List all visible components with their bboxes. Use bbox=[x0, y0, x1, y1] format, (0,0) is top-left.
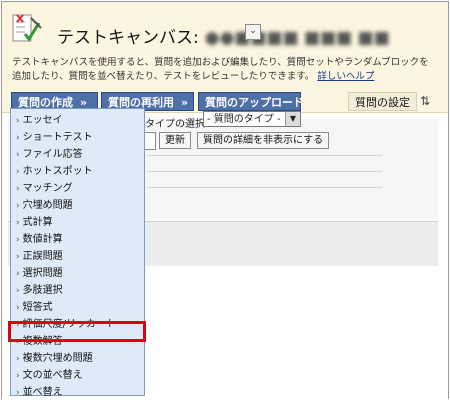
menu-item-label: 複数穴埋め問題 bbox=[22, 353, 93, 364]
chevron-right-icon: › bbox=[16, 150, 20, 160]
menu-item-label: 並べ替え bbox=[22, 387, 63, 398]
question-type-label: タイプの選択: bbox=[145, 119, 209, 130]
chevron-right-icon: › bbox=[16, 184, 20, 194]
chevron-right-icon: › bbox=[16, 167, 20, 177]
question-type-value: - 質問のタイプ - bbox=[207, 114, 281, 125]
divider bbox=[147, 155, 382, 156]
menu-item-label: エッセイ bbox=[22, 115, 63, 126]
chevron-right-icon: › bbox=[16, 371, 20, 381]
menu-item-short-answer[interactable]: › 短答式 bbox=[11, 299, 144, 316]
menu-item-multiple-choice[interactable]: › 多肢選択 bbox=[11, 282, 144, 299]
page-header: テストキャンバス: ●●■■■■ ■■■ ■■ ⌄ テストキャンバスを使用すると、… bbox=[2, 2, 448, 113]
menu-item-essay[interactable]: › エッセイ bbox=[11, 112, 144, 129]
hide-details-button[interactable]: 質問の詳細を非表示にする bbox=[197, 132, 330, 149]
menu-item-label: 穴埋め問題 bbox=[22, 200, 73, 211]
highlight-box bbox=[8, 321, 146, 342]
chevron-right-icon: › bbox=[16, 218, 20, 228]
menu-item-label: ショートテスト bbox=[22, 132, 93, 143]
chevron-right-icon: › bbox=[16, 354, 20, 364]
chevron-right-icon: › bbox=[16, 303, 20, 313]
chevron-right-icon: › bbox=[16, 116, 20, 126]
menu-item-label: 文の並べ替え bbox=[22, 370, 83, 381]
menu-item-label: 正誤問題 bbox=[22, 251, 63, 262]
dropdown-arrow-icon: ▼ bbox=[285, 112, 300, 126]
divider bbox=[147, 171, 382, 172]
more-help-link[interactable]: 詳しいヘルプ bbox=[317, 71, 374, 82]
page-title-name: ●●■■■■ ■■■ ■■ bbox=[204, 28, 390, 48]
chevron-right-icon: › bbox=[16, 388, 20, 398]
menu-item-file-response[interactable]: › ファイル応答 bbox=[11, 146, 144, 163]
menu-item-jumbled-sentence[interactable]: › 文の並べ替え bbox=[11, 367, 144, 384]
menu-item-short-test[interactable]: › ショートテスト bbox=[11, 129, 144, 146]
test-canvas-icon bbox=[12, 14, 42, 42]
menu-item-multiple-blanks[interactable]: › 複数穴埋め問題 bbox=[11, 350, 144, 367]
chevron-right-icon: › bbox=[16, 133, 20, 143]
menu-item-matching[interactable]: › マッチング bbox=[11, 180, 144, 197]
divider bbox=[147, 187, 382, 188]
menu-item-label: 多肢選択 bbox=[22, 285, 63, 296]
menu-item-hotspot[interactable]: › ホットスポット bbox=[11, 163, 144, 180]
page-title: テストキャンバス: ●●■■■■ ■■■ ■■ bbox=[57, 23, 390, 48]
menu-item-choice[interactable]: › 選択問題 bbox=[11, 265, 144, 282]
filter-input[interactable] bbox=[145, 132, 156, 150]
menu-item-true-false[interactable]: › 正誤問題 bbox=[11, 248, 144, 265]
chevron-right-icon: › bbox=[16, 252, 20, 262]
upload-question-button[interactable]: 質問のアップロード bbox=[198, 92, 304, 111]
menu-item-label: 選択問題 bbox=[22, 268, 63, 279]
menu-item-ordering[interactable]: › 並べ替え bbox=[11, 384, 144, 401]
menu-item-label: 数値計算 bbox=[22, 234, 63, 245]
question-type-menu: › エッセイ › ショートテスト › ファイル応答 › ホットスポット › マッチング ›… bbox=[10, 108, 145, 398]
menu-item-numeric[interactable]: › 数値計算 bbox=[11, 231, 144, 248]
question-type-select[interactable]: - 質問のタイプ - ▼ bbox=[203, 111, 301, 127]
title-options-icon[interactable]: ⌄ bbox=[245, 24, 261, 40]
chevron-right-icon: › bbox=[16, 269, 20, 279]
page-title-prefix: テストキャンバス: bbox=[57, 28, 199, 48]
question-settings-button[interactable]: 質問の設定 bbox=[348, 92, 417, 111]
menu-item-label: 式計算 bbox=[22, 217, 53, 228]
menu-item-formula[interactable]: › 式計算 bbox=[11, 214, 144, 231]
chevron-down-icon: » bbox=[181, 96, 189, 109]
menu-item-label: マッチング bbox=[22, 183, 73, 194]
menu-item-fill-in-blank[interactable]: › 穴埋め問題 bbox=[11, 197, 144, 214]
update-button[interactable]: 更新 bbox=[159, 132, 191, 149]
sort-arrows-icon[interactable]: ⇅ bbox=[420, 94, 430, 108]
chevron-right-icon: › bbox=[16, 235, 20, 245]
chevron-right-icon: › bbox=[16, 286, 20, 296]
chevron-right-icon: › bbox=[16, 201, 20, 211]
menu-item-label: ホットスポット bbox=[22, 166, 93, 177]
page-description: テストキャンバスを使用すると、質問を追加および編集したり、質問セットやランダムブ… bbox=[12, 56, 438, 84]
menu-item-label: 短答式 bbox=[22, 302, 53, 313]
menu-item-label: ファイル応答 bbox=[22, 149, 83, 160]
